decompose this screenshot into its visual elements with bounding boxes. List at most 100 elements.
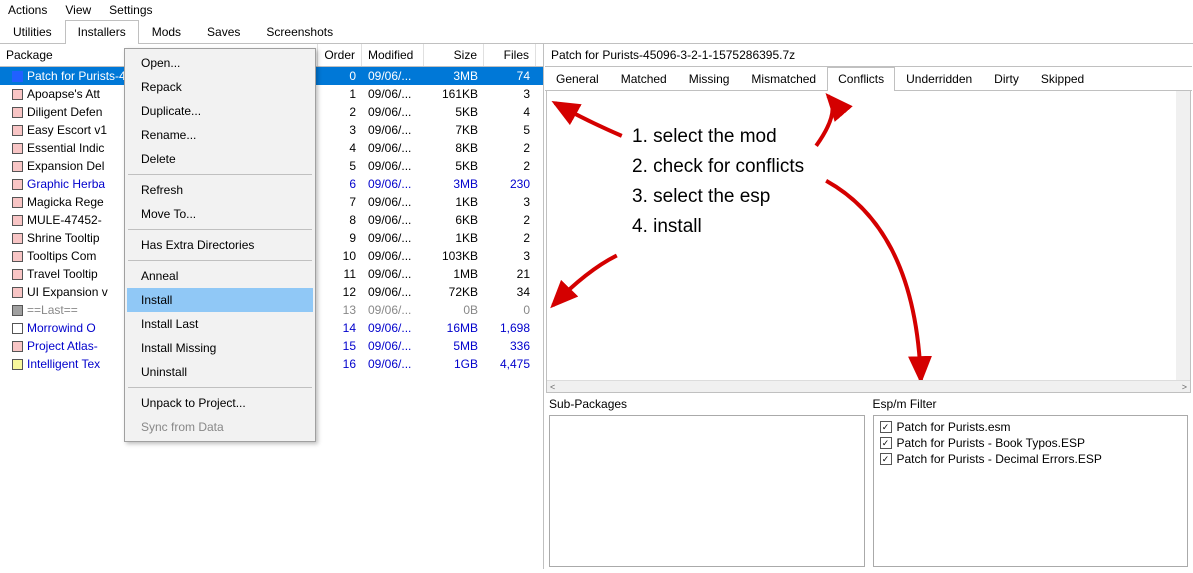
- package-list-pane: Package Order Modified Size Files Patch …: [0, 44, 544, 569]
- cell-size: 161KB: [424, 86, 484, 102]
- cell-modified: 09/06/...: [362, 302, 424, 318]
- menu-item-anneal[interactable]: Anneal: [127, 264, 313, 288]
- package-checkbox[interactable]: [12, 305, 23, 316]
- menu-view[interactable]: View: [65, 3, 91, 17]
- annotation-4: 4. install: [632, 216, 702, 238]
- menu-item-has-extra-directories[interactable]: Has Extra Directories: [127, 233, 313, 257]
- tab-utilities[interactable]: Utilities: [0, 20, 65, 43]
- esp-item[interactable]: Patch for Purists.esm: [880, 420, 1182, 434]
- package-checkbox[interactable]: [12, 287, 23, 298]
- package-checkbox[interactable]: [12, 143, 23, 154]
- package-checkbox[interactable]: [12, 125, 23, 136]
- menu-item-uninstall[interactable]: Uninstall: [127, 360, 313, 384]
- rtab-skipped[interactable]: Skipped: [1030, 67, 1095, 90]
- menu-settings[interactable]: Settings: [109, 3, 152, 17]
- menu-item-refresh[interactable]: Refresh: [127, 178, 313, 202]
- col-order[interactable]: Order: [318, 44, 362, 66]
- menu-actions[interactable]: Actions: [8, 3, 47, 17]
- menu-item-rename[interactable]: Rename...: [127, 123, 313, 147]
- menu-item-duplicate[interactable]: Duplicate...: [127, 99, 313, 123]
- cell-modified: 09/06/...: [362, 104, 424, 120]
- tab-installers[interactable]: Installers: [65, 20, 139, 44]
- cell-size: 5KB: [424, 104, 484, 120]
- cell-modified: 09/06/...: [362, 248, 424, 264]
- cell-files: 1,698: [484, 320, 536, 336]
- sub-packages-label: Sub-Packages: [549, 395, 865, 415]
- package-checkbox[interactable]: [12, 71, 23, 82]
- package-checkbox[interactable]: [12, 179, 23, 190]
- menu-separator: [128, 387, 312, 388]
- cell-size: 6KB: [424, 212, 484, 228]
- cell-order: 9: [318, 230, 362, 246]
- rtab-matched[interactable]: Matched: [610, 67, 678, 90]
- package-checkbox[interactable]: [12, 251, 23, 262]
- cell-order: 11: [318, 266, 362, 282]
- menu-item-repack[interactable]: Repack: [127, 75, 313, 99]
- rtab-mismatched[interactable]: Mismatched: [740, 67, 827, 90]
- sub-packages-box[interactable]: [549, 415, 865, 567]
- esp-checkbox[interactable]: [880, 421, 892, 433]
- package-name: UI Expansion v: [27, 285, 108, 299]
- horizontal-scrollbar[interactable]: <>: [547, 380, 1190, 392]
- cell-size: 3MB: [424, 176, 484, 192]
- cell-modified: 09/06/...: [362, 194, 424, 210]
- package-checkbox[interactable]: [12, 89, 23, 100]
- package-name: Tooltips Com: [27, 249, 96, 263]
- cell-modified: 09/06/...: [362, 86, 424, 102]
- package-checkbox[interactable]: [12, 161, 23, 172]
- col-files[interactable]: Files: [484, 44, 536, 66]
- esp-checkbox[interactable]: [880, 437, 892, 449]
- menu-item-install-last[interactable]: Install Last: [127, 312, 313, 336]
- cell-files: 2: [484, 230, 536, 246]
- package-checkbox[interactable]: [12, 269, 23, 280]
- esp-item[interactable]: Patch for Purists - Decimal Errors.ESP: [880, 452, 1182, 466]
- menu-item-install-missing[interactable]: Install Missing: [127, 336, 313, 360]
- cell-size: 1MB: [424, 266, 484, 282]
- esp-label: Patch for Purists - Book Typos.ESP: [897, 436, 1086, 450]
- tab-screenshots[interactable]: Screenshots: [253, 20, 346, 43]
- menu-item-unpack-to-project[interactable]: Unpack to Project...: [127, 391, 313, 415]
- rtab-missing[interactable]: Missing: [678, 67, 741, 90]
- rtab-dirty[interactable]: Dirty: [983, 67, 1030, 90]
- cell-files: 2: [484, 140, 536, 156]
- package-checkbox[interactable]: [12, 197, 23, 208]
- esp-item[interactable]: Patch for Purists - Book Typos.ESP: [880, 436, 1182, 450]
- rtab-conflicts[interactable]: Conflicts: [827, 67, 895, 91]
- menu-item-open[interactable]: Open...: [127, 51, 313, 75]
- menu-item-install[interactable]: Install: [127, 288, 313, 312]
- cell-files: 3: [484, 194, 536, 210]
- cell-order: 15: [318, 338, 362, 354]
- cell-order: 5: [318, 158, 362, 174]
- package-name: Magicka Rege: [27, 195, 104, 209]
- menu-item-delete[interactable]: Delete: [127, 147, 313, 171]
- col-size[interactable]: Size: [424, 44, 484, 66]
- tab-mods[interactable]: Mods: [139, 20, 194, 43]
- col-modified[interactable]: Modified: [362, 44, 424, 66]
- package-checkbox[interactable]: [12, 233, 23, 244]
- menu-item-move-to[interactable]: Move To...: [127, 202, 313, 226]
- cell-size: 103KB: [424, 248, 484, 264]
- rtab-underridden[interactable]: Underridden: [895, 67, 983, 90]
- context-menu: Open...RepackDuplicate...Rename...Delete…: [124, 48, 316, 442]
- package-checkbox[interactable]: [12, 323, 23, 334]
- cell-order: 6: [318, 176, 362, 192]
- rtab-general[interactable]: General: [545, 67, 610, 90]
- esp-label: Patch for Purists.esm: [897, 420, 1011, 434]
- package-name: Apoapse's Att: [27, 87, 100, 101]
- cell-size: 16MB: [424, 320, 484, 336]
- vertical-scrollbar[interactable]: [1176, 91, 1190, 380]
- menu-item-sync-from-data: Sync from Data: [127, 415, 313, 439]
- cell-modified: 09/06/...: [362, 284, 424, 300]
- package-checkbox[interactable]: [12, 341, 23, 352]
- cell-size: 1GB: [424, 356, 484, 372]
- esp-filter-box[interactable]: Patch for Purists.esm Patch for Purists -…: [873, 415, 1189, 567]
- tab-saves[interactable]: Saves: [194, 20, 253, 43]
- cell-files: 34: [484, 284, 536, 300]
- package-checkbox[interactable]: [12, 359, 23, 370]
- package-checkbox[interactable]: [12, 215, 23, 226]
- package-checkbox[interactable]: [12, 107, 23, 118]
- package-name: Shrine Tooltip: [27, 231, 100, 245]
- esp-checkbox[interactable]: [880, 453, 892, 465]
- cell-files: 0: [484, 302, 536, 318]
- menubar: Actions View Settings: [0, 0, 1193, 20]
